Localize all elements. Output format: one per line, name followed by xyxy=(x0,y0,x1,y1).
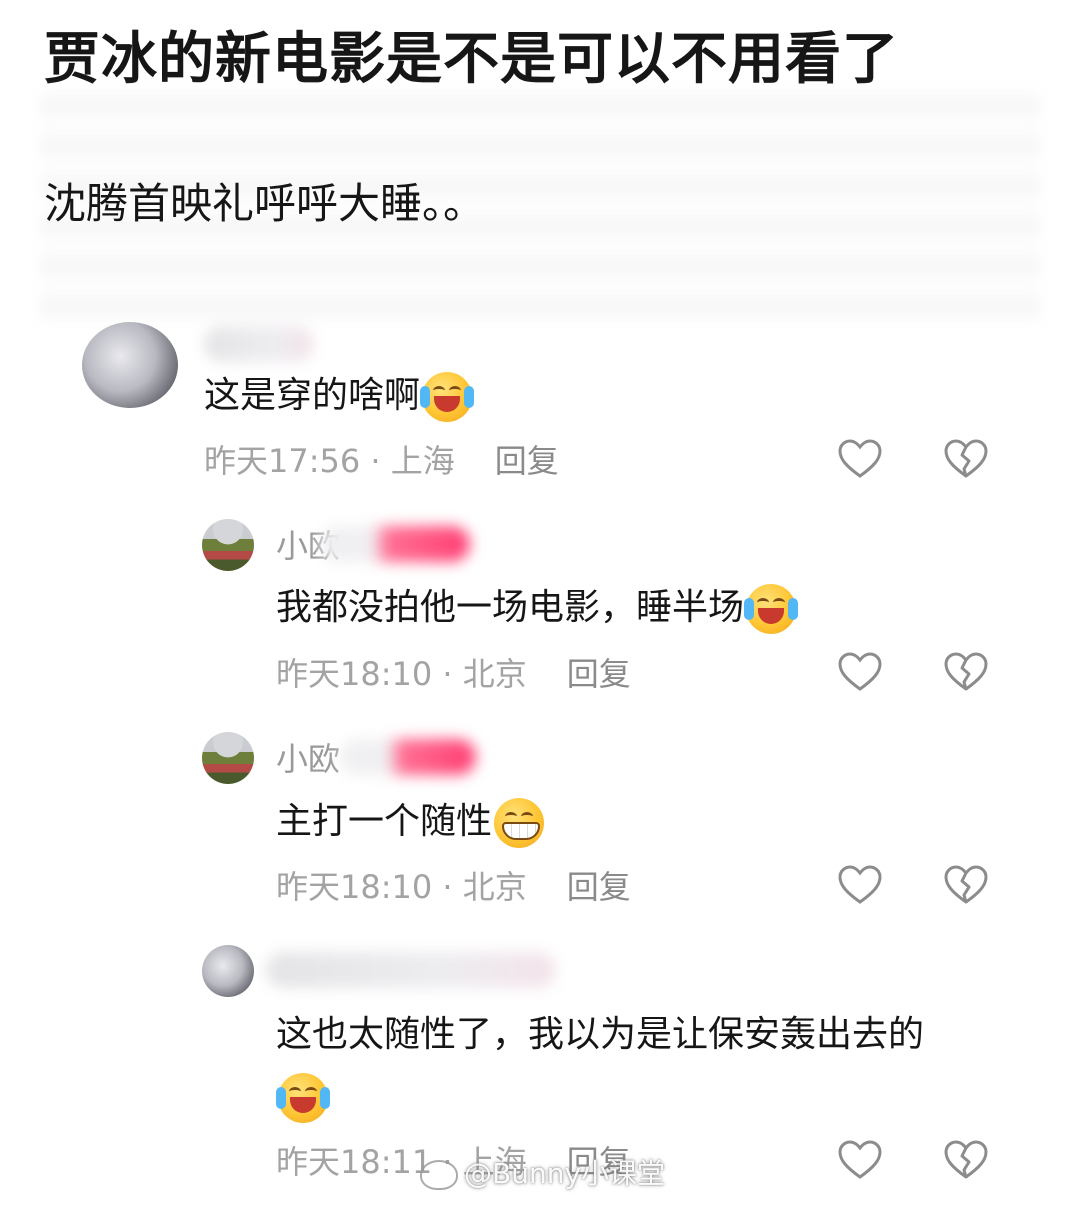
reply-button[interactable]: 回复 xyxy=(495,442,559,480)
blurred-username[interactable] xyxy=(266,952,556,988)
comment-text: 这也太随性了，我以为是让保安轰出去的 xyxy=(276,1010,924,1060)
heart-outline-icon[interactable] xyxy=(836,862,884,910)
commenter-name-prefix[interactable]: 小欧 xyxy=(276,739,340,779)
comment-text: 我都没拍他一场电影，睡半场 xyxy=(276,583,799,634)
comment-text: 这是穿的啥啊 xyxy=(204,371,475,422)
comment-time-location: 昨天18:11 · 上海 xyxy=(276,1143,527,1181)
rolling-laughing-crying-emoji xyxy=(744,584,799,634)
heart-outline-icon[interactable] xyxy=(836,436,884,484)
reply-button[interactable]: 回复 xyxy=(567,655,631,693)
comment-text-content: 主打一个随性 xyxy=(276,801,493,842)
comment-meta: 昨天18:10 · 北京 回复 xyxy=(276,865,631,909)
blurred-username[interactable] xyxy=(320,526,470,562)
comment-meta: 昨天18:11 · 上海 回复 xyxy=(276,1140,631,1184)
heart-outline-icon[interactable] xyxy=(836,1137,884,1185)
comment-time-location: 昨天18:10 · 北京 xyxy=(276,868,527,906)
comment-emoji-line xyxy=(276,1072,330,1123)
rolling-laughing-crying-emoji xyxy=(276,1073,330,1123)
grinning-teeth-emoji xyxy=(494,798,545,848)
heart-outline-icon[interactable] xyxy=(836,649,884,697)
commenter-avatar[interactable] xyxy=(202,519,254,571)
commenter-avatar[interactable] xyxy=(202,945,254,997)
comment-time-location: 昨天18:10 · 北京 xyxy=(276,655,527,693)
broken-heart-icon[interactable] xyxy=(942,649,990,697)
commenter-avatar[interactable] xyxy=(82,322,178,408)
blurred-username[interactable] xyxy=(340,739,476,775)
broken-heart-icon[interactable] xyxy=(942,1137,990,1185)
post-body: 沈腾首映礼呼呼大睡。。 xyxy=(44,179,486,228)
commenter-avatar[interactable] xyxy=(202,732,254,784)
comment-text: 主打一个随性 xyxy=(276,797,545,848)
reply-button[interactable]: 回复 xyxy=(567,1143,631,1181)
comment-meta: 昨天18:10 · 北京 回复 xyxy=(276,652,631,696)
comment-time-location: 昨天17:56 · 上海 xyxy=(204,442,455,480)
broken-heart-icon[interactable] xyxy=(942,862,990,910)
reply-button[interactable]: 回复 xyxy=(567,868,631,906)
broken-heart-icon[interactable] xyxy=(942,436,990,484)
comment-text-content: 我都没拍他一场电影，睡半场 xyxy=(276,587,745,628)
rolling-laughing-crying-emoji xyxy=(420,372,475,422)
comment-meta: 昨天17:56 · 上海 回复 xyxy=(204,439,559,483)
comment-text-content: 这也太随性了，我以为是让保安轰出去的 xyxy=(276,1014,925,1055)
blurred-username[interactable] xyxy=(204,326,314,362)
post-title: 贾冰的新电影是不是可以不用看了 xyxy=(44,27,899,92)
comment-text-content: 这是穿的啥啊 xyxy=(204,375,421,416)
